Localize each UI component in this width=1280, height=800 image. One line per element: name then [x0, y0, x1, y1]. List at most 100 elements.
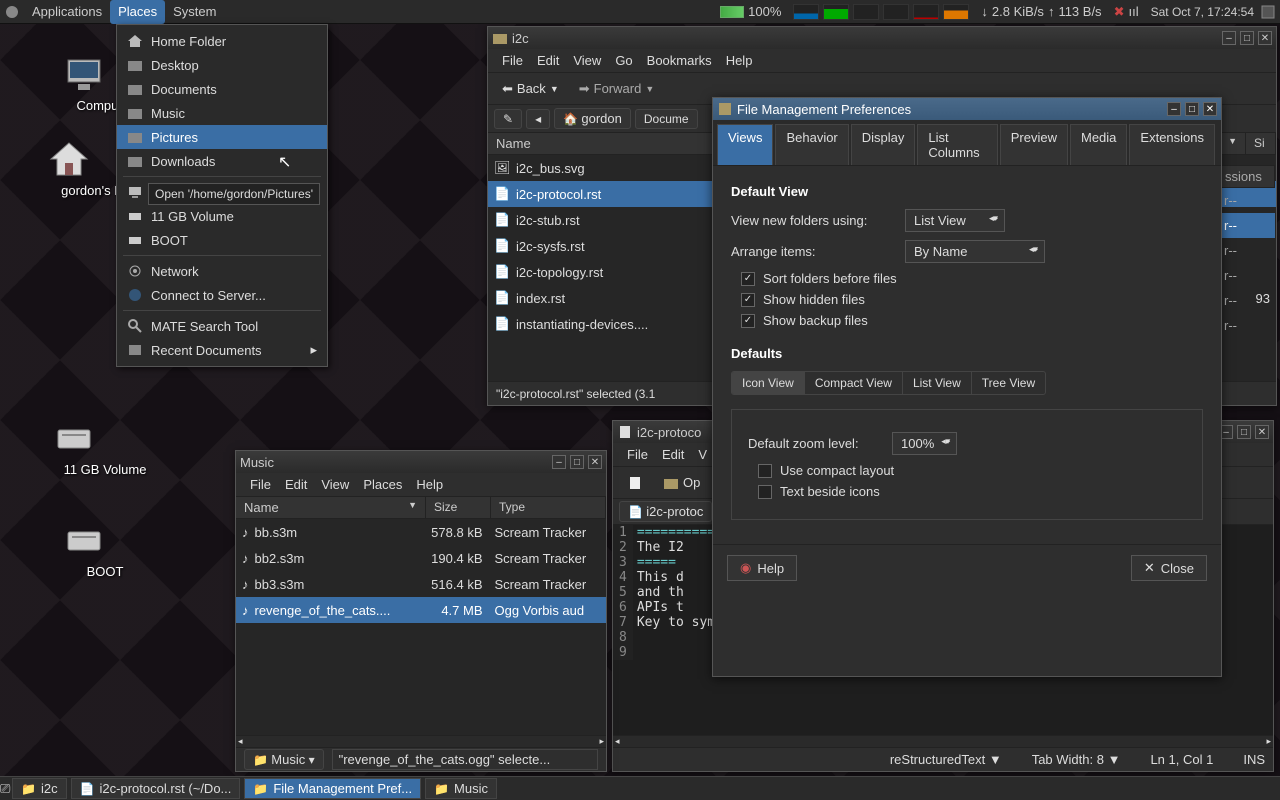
new-button[interactable]	[621, 473, 649, 493]
sysmon-applet[interactable]	[787, 4, 975, 20]
task-i2c[interactable]: 📁 i2c	[12, 778, 67, 799]
hscroll[interactable]: ◂▸	[613, 735, 1273, 747]
close-button[interactable]: ✕	[1203, 102, 1217, 116]
check-backup[interactable]: ✓Show backup files	[741, 313, 1203, 328]
file-row[interactable]: ♪bb3.s3m516.4 kBScream Tracker	[236, 571, 606, 597]
menu-places[interactable]: Places	[110, 0, 165, 24]
menu-edit[interactable]: Edit	[656, 445, 690, 464]
file-row[interactable]: ♪bb2.s3m190.4 kBScream Tracker	[236, 545, 606, 571]
hscroll[interactable]: ◂▸	[236, 735, 606, 747]
tab-extensions[interactable]: Extensions	[1129, 124, 1215, 165]
places-downloads[interactable]: Downloads	[117, 149, 327, 173]
minimize-button[interactable]: –	[1167, 102, 1181, 116]
menu-file[interactable]: File	[244, 475, 277, 494]
places-network[interactable]: Network	[117, 259, 327, 283]
edit-path-button[interactable]: ✎	[494, 109, 522, 129]
menu-view[interactable]: V	[692, 445, 713, 464]
insert-mode[interactable]: INS	[1243, 752, 1265, 767]
open-button[interactable]: Op	[657, 473, 706, 493]
tab-behavior[interactable]: Behavior	[775, 124, 848, 165]
col-size[interactable]: Si	[1246, 133, 1276, 154]
minimize-button[interactable]: –	[1222, 31, 1236, 45]
places-recent[interactable]: Recent Documents▸	[117, 338, 327, 362]
shutdown-icon[interactable]	[1260, 4, 1276, 20]
desktop-icon-boot[interactable]: BOOT	[60, 516, 150, 579]
clock[interactable]: Sat Oct 7, 17:24:54	[1145, 5, 1260, 19]
subtab-compact-view[interactable]: Compact View	[805, 372, 903, 394]
subtab-icon-view[interactable]: Icon View	[732, 372, 805, 394]
places-music[interactable]: Music	[117, 101, 327, 125]
back-button[interactable]: ⬅Back▼	[496, 79, 565, 99]
tab-views[interactable]: Views	[717, 124, 773, 165]
places-boot[interactable]: BOOT	[117, 228, 327, 252]
tray-applet[interactable]: ✖ııl	[1108, 4, 1145, 20]
combo-view-new[interactable]: List View◂▸	[905, 209, 1005, 232]
forward-button[interactable]: ➡Forward▼	[573, 79, 661, 99]
task-music[interactable]: 📁 Music	[425, 778, 497, 799]
titlebar[interactable]: i2c – □ ✕	[488, 27, 1276, 49]
places-volume[interactable]: 11 GB Volume	[117, 204, 327, 228]
desktop-icon-volume[interactable]: 11 GB Volume	[50, 414, 160, 477]
tabwidth-selector[interactable]: Tab Width: 8 ▼	[1032, 752, 1121, 767]
battery-applet[interactable]: 100%	[714, 4, 787, 19]
task-prefs[interactable]: 📁 File Management Pref...	[244, 778, 421, 799]
close-button[interactable]: ✕	[1255, 425, 1269, 439]
editor-tab[interactable]: 📄 i2c-protoc	[619, 501, 712, 522]
menu-applications[interactable]: Applications	[24, 0, 110, 24]
file-row[interactable]: ♪revenge_of_the_cats....4.7 MBOgg Vorbis…	[236, 597, 606, 623]
places-connect[interactable]: Connect to Server...	[117, 283, 327, 307]
path-prev[interactable]: ◂	[526, 109, 550, 129]
tab-display[interactable]: Display	[851, 124, 916, 165]
menu-edit[interactable]: Edit	[279, 475, 313, 494]
netspeed-applet[interactable]: ↓2.8 KiB/s ↑113 B/s	[975, 4, 1107, 19]
close-button[interactable]: ✕	[588, 455, 602, 469]
menu-edit[interactable]: Edit	[531, 51, 565, 70]
menu-system[interactable]: System	[165, 0, 224, 24]
maximize-button[interactable]: □	[1240, 31, 1254, 45]
menu-help[interactable]: Help	[410, 475, 449, 494]
menu-file[interactable]: File	[496, 51, 529, 70]
subtab-tree-view[interactable]: Tree View	[972, 372, 1045, 394]
tab-list-columns[interactable]: List Columns	[917, 124, 997, 165]
titlebar[interactable]: Music – □ ✕	[236, 451, 606, 473]
help-button[interactable]: ◉Help	[727, 555, 797, 581]
places-desktop[interactable]: Desktop	[117, 53, 327, 77]
tab-media[interactable]: Media	[1070, 124, 1127, 165]
menu-go[interactable]: Go	[609, 51, 638, 70]
combo-arrange[interactable]: By Name◂▸	[905, 240, 1045, 263]
close-button[interactable]: ✕	[1258, 31, 1272, 45]
places-home[interactable]: Home Folder	[117, 29, 327, 53]
check-beside[interactable]: Text beside icons	[758, 484, 1186, 499]
places-search[interactable]: MATE Search Tool	[117, 314, 327, 338]
menu-places[interactable]: Places	[357, 475, 408, 494]
location-crumb[interactable]: 📁 Music ▾	[244, 749, 324, 770]
show-desktop-button[interactable]: ⎚	[0, 781, 10, 797]
minimize-button[interactable]: –	[552, 455, 566, 469]
check-compact[interactable]: Use compact layout	[758, 463, 1186, 478]
check-sort-folders[interactable]: ✓Sort folders before files	[741, 271, 1203, 286]
maximize-button[interactable]: □	[570, 455, 584, 469]
titlebar[interactable]: File Management Preferences – □ ✕	[713, 98, 1221, 120]
crumb-seg[interactable]: Docume	[635, 109, 698, 129]
file-list[interactable]: ♪bb.s3m578.8 kBScream Tracker♪bb2.s3m190…	[236, 519, 606, 735]
check-hidden[interactable]: ✓Show hidden files	[741, 292, 1203, 307]
file-row[interactable]: ♪bb.s3m578.8 kBScream Tracker	[236, 519, 606, 545]
places-documents[interactable]: Documents	[117, 77, 327, 101]
maximize-button[interactable]: □	[1237, 425, 1251, 439]
col-size[interactable]: Size	[426, 497, 491, 518]
menu-bookmarks[interactable]: Bookmarks	[641, 51, 718, 70]
col-name[interactable]: Name ▼	[236, 497, 426, 518]
maximize-button[interactable]: □	[1185, 102, 1199, 116]
crumb-home[interactable]: 🏠 gordon	[554, 108, 631, 129]
menu-view[interactable]: View	[315, 475, 355, 494]
menu-view[interactable]: View	[567, 51, 607, 70]
combo-zoom[interactable]: 100%◂▸	[892, 432, 957, 455]
menu-help[interactable]: Help	[720, 51, 759, 70]
subtab-list-view[interactable]: List View	[903, 372, 972, 394]
task-protocol[interactable]: 📄 i2c-protocol.rst (~/Do...	[71, 778, 241, 799]
menu-file[interactable]: File	[621, 445, 654, 464]
lang-selector[interactable]: reStructuredText ▼	[890, 752, 1002, 767]
places-pictures[interactable]: Pictures	[117, 125, 327, 149]
close-button[interactable]: ✕Close	[1131, 555, 1207, 581]
tab-preview[interactable]: Preview	[1000, 124, 1068, 165]
